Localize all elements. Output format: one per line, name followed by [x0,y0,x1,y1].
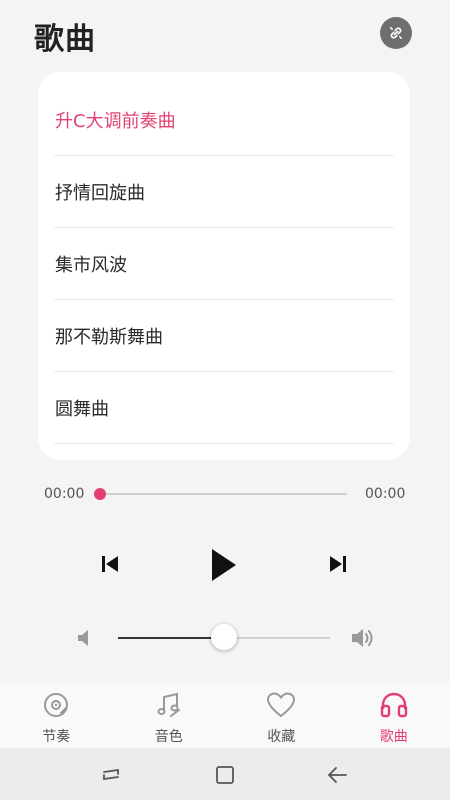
heart-icon [266,690,296,720]
tab-label: 歌曲 [379,729,408,745]
volume-low-icon [78,630,88,646]
volume-thumb[interactable] [211,624,237,650]
tab-favorites[interactable]: 收藏 [225,684,338,748]
tab-rhythm[interactable]: 节奏 [0,684,113,748]
skip-previous-icon [102,556,118,572]
recent-apps-icon[interactable] [100,764,122,786]
page-title: 歌曲 [34,22,96,57]
music-note-icon [154,690,184,720]
playback-controls [0,538,450,592]
header: 歌曲 [0,0,450,70]
system-nav-bar [0,748,450,800]
current-time: 00:00 [44,486,85,502]
unlink-icon [390,27,402,39]
song-item[interactable]: 圆舞曲 [54,372,394,444]
tab-label: 收藏 [267,729,296,745]
tab-timbre[interactable]: 音色 [113,684,226,748]
rhythm-icon [41,690,71,720]
playback-progress: 00:00 00:00 [0,476,450,512]
tab-songs[interactable]: 歌曲 [338,684,450,748]
bottom-tab-bar: 节奏 音色 收藏 歌曲 [0,684,450,748]
play-button[interactable] [202,542,246,588]
home-icon[interactable] [214,764,236,786]
song-item[interactable]: 升C大调前奏曲 [54,84,394,156]
skip-next-icon [330,556,346,572]
song-list-card: 升C大调前奏曲 抒情回旋曲 集市风波 那不勒斯舞曲 圆舞曲 [38,72,410,460]
play-icon [212,549,236,581]
song-list: 升C大调前奏曲 抒情回旋曲 集市风波 那不勒斯舞曲 圆舞曲 [54,84,394,444]
previous-button[interactable] [96,550,124,578]
total-time: 00:00 [365,486,406,502]
back-icon[interactable] [326,764,348,786]
song-item[interactable]: 那不勒斯舞曲 [54,300,394,372]
progress-track[interactable] [100,493,347,495]
headphones-icon [379,690,409,720]
next-button[interactable] [324,550,352,578]
tab-label: 音色 [154,729,183,745]
tab-label: 节奏 [42,729,71,745]
song-item[interactable]: 集市风波 [54,228,394,300]
progress-thumb[interactable] [94,488,106,500]
volume-high-icon [352,629,373,647]
volume-control [0,618,450,658]
volume-fill [118,637,224,639]
song-item[interactable]: 抒情回旋曲 [54,156,394,228]
unlink-button[interactable] [380,17,412,49]
